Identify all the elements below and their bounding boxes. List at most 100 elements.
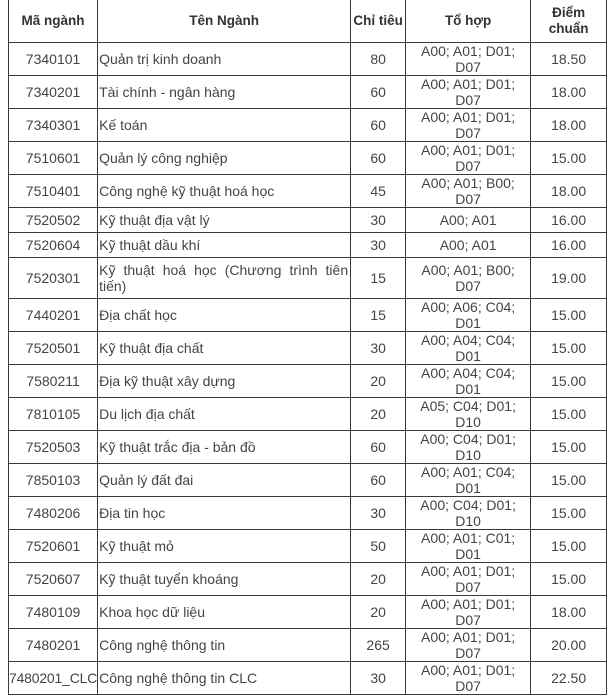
cutoff-score-cell: 15.00 [530,463,608,497]
major-name-cell: Du lịch địa chất [97,397,352,431]
major-code-cell: 7520604 [7,232,99,258]
header-subject-combination: Tổ hợp [405,0,532,43]
quota-cell: 60 [350,108,407,142]
quota-cell: 20 [350,562,407,596]
subject-combination-cell: A00; A06; C04; D01 [405,298,532,332]
major-name-cell: Khoa học dữ liệu [97,595,352,629]
cutoff-score-cell: 22.50 [530,661,608,695]
major-code-cell: 7340101 [7,42,99,76]
subject-combination-cell: A00; A01 [405,207,532,233]
major-name-cell: Địa tin học [97,496,352,530]
quota-cell: 30 [350,232,407,258]
table-row: 7520604 Kỹ thuật dầu khí 30 A00; A01 16.00 [7,232,608,258]
quota-cell: 30 [350,661,407,695]
admission-scores-table: Mã ngành Tên Ngành Chỉ tiêu Tổ hợp Điểm … [7,0,608,695]
table-row: 7520503 Kỹ thuật trắc địa - bản đồ 60 A00; … [7,430,608,464]
subject-combination-cell: A00; A01 [405,232,532,258]
major-code-cell: 7340201 [7,75,99,109]
subject-combination-cell: A00; A01; B00; D07 [405,257,532,299]
header-quota: Chỉ tiêu [350,0,407,43]
quota-cell: 80 [350,42,407,76]
major-code-cell: 7340301 [7,108,99,142]
table-body: 7340101 Quản trị kinh doanh 80 A00; A01; D0… [7,42,608,695]
subject-combination-cell: A00; A01; D01; D07 [405,42,532,76]
subject-combination-cell: A00; A04; C04; D01 [405,364,532,398]
subject-combination-cell: A05; C04; D01; D10 [405,397,532,431]
cutoff-score-cell: 18.00 [530,108,608,142]
major-name-cell: Quản lý công nghiệp [97,141,352,175]
cutoff-score-cell: 20.00 [530,628,608,662]
quota-cell: 30 [350,331,407,365]
major-code-cell: 7580211 [7,364,99,398]
major-name-cell: Địa chất học [97,298,352,332]
subject-combination-cell: A00; A01; D01; D07 [405,628,532,662]
subject-combination-cell: A00; C04; D01; D10 [405,430,532,464]
table-row: 7440201 Địa chất học 15 A00; A06; C04; D01 1… [7,298,608,332]
quota-cell: 15 [350,298,407,332]
table-row: 7480201_CLC Công nghệ thông tin CLC 30 A00;… [7,661,608,695]
major-name-cell: Kỹ thuật hoá học (Chương trình tiên tiến… [97,257,352,299]
table-row: 7510401 Công nghệ kỹ thuật hoá học 45 A00; … [7,174,608,208]
cutoff-score-cell: 19.00 [530,257,608,299]
major-name-cell: Quản lý đất đai [97,463,352,497]
major-code-cell: 7480201_CLC [7,661,99,695]
table-row: 7340101 Quản trị kinh doanh 80 A00; A01; D0… [7,42,608,76]
major-code-cell: 7480201 [7,628,99,662]
table-row: 7520601 Kỹ thuật mỏ 50 A00; A01; C01; D01 15… [7,529,608,563]
table-header-row: Mã ngành Tên Ngành Chỉ tiêu Tổ hợp Điểm … [7,0,608,43]
major-name-cell: Kỹ thuật tuyển khoáng [97,562,352,596]
major-name-cell: Công nghệ thông tin [97,628,352,662]
major-name-cell: Công nghệ thông tin CLC [97,661,352,695]
quota-cell: 50 [350,529,407,563]
subject-combination-cell: A00; A01; D01; D07 [405,141,532,175]
cutoff-score-cell: 15.00 [530,529,608,563]
subject-combination-cell: A00; A04; C04; D01 [405,331,532,365]
quota-cell: 30 [350,207,407,233]
table-row: 7580211 Địa kỹ thuật xây dựng 20 A00; A04; … [7,364,608,398]
table-row: 7810105 Du lịch địa chất 20 A05; C04; D01; … [7,397,608,431]
table-row: 7850103 Quản lý đất đai 60 A00; A01; C04; D… [7,463,608,497]
major-code-cell: 7520607 [7,562,99,596]
major-name-cell: Quản trị kinh doanh [97,42,352,76]
major-name-cell: Kỹ thuật địa vật lý [97,207,352,233]
major-code-cell: 7520502 [7,207,99,233]
major-code-cell: 7520601 [7,529,99,563]
cutoff-score-cell: 18.00 [530,75,608,109]
major-name-cell: Kỹ thuật mỏ [97,529,352,563]
subject-combination-cell: A00; A01; C01; D01 [405,529,532,563]
cutoff-score-cell: 15.00 [530,397,608,431]
major-code-cell: 7520503 [7,430,99,464]
quota-cell: 30 [350,496,407,530]
cutoff-score-cell: 16.00 [530,207,608,233]
subject-combination-cell: A00; C04; D01; D10 [405,496,532,530]
table-row: 7520501 Kỹ thuật địa chất 30 A00; A04; C04;… [7,331,608,365]
header-major-code: Mã ngành [7,0,99,43]
table-row: 7520301 Kỹ thuật hoá học (Chương trình ti… [7,257,608,299]
cutoff-score-cell: 15.00 [530,496,608,530]
major-name-cell: Kế toán [97,108,352,142]
major-name-cell: Công nghệ kỹ thuật hoá học [97,174,352,208]
cutoff-score-cell: 15.00 [530,430,608,464]
quota-cell: 60 [350,463,407,497]
subject-combination-cell: A00; A01; C04; D01 [405,463,532,497]
header-cutoff-score: Điểm chuẩn [530,0,608,43]
cutoff-score-cell: 18.00 [530,595,608,629]
quota-cell: 20 [350,397,407,431]
table-row: 7480109 Khoa học dữ liệu 20 A00; A01; D01; … [7,595,608,629]
quota-cell: 20 [350,595,407,629]
major-code-cell: 7440201 [7,298,99,332]
major-code-cell: 7510601 [7,141,99,175]
table-row: 7340301 Kế toán 60 A00; A01; D01; D07 18.00 [7,108,608,142]
cutoff-score-cell: 18.00 [530,174,608,208]
quota-cell: 265 [350,628,407,662]
quota-cell: 60 [350,75,407,109]
cutoff-score-cell: 15.00 [530,298,608,332]
cutoff-score-cell: 18.50 [530,42,608,76]
cutoff-score-cell: 15.00 [530,141,608,175]
major-name-cell: Tài chính - ngân hàng [97,75,352,109]
header-major-name: Tên Ngành [97,0,352,43]
quota-cell: 60 [350,430,407,464]
table-row: 7520607 Kỹ thuật tuyển khoáng 20 A00; A01; … [7,562,608,596]
cutoff-score-cell: 15.00 [530,364,608,398]
cutoff-score-cell: 15.00 [530,562,608,596]
